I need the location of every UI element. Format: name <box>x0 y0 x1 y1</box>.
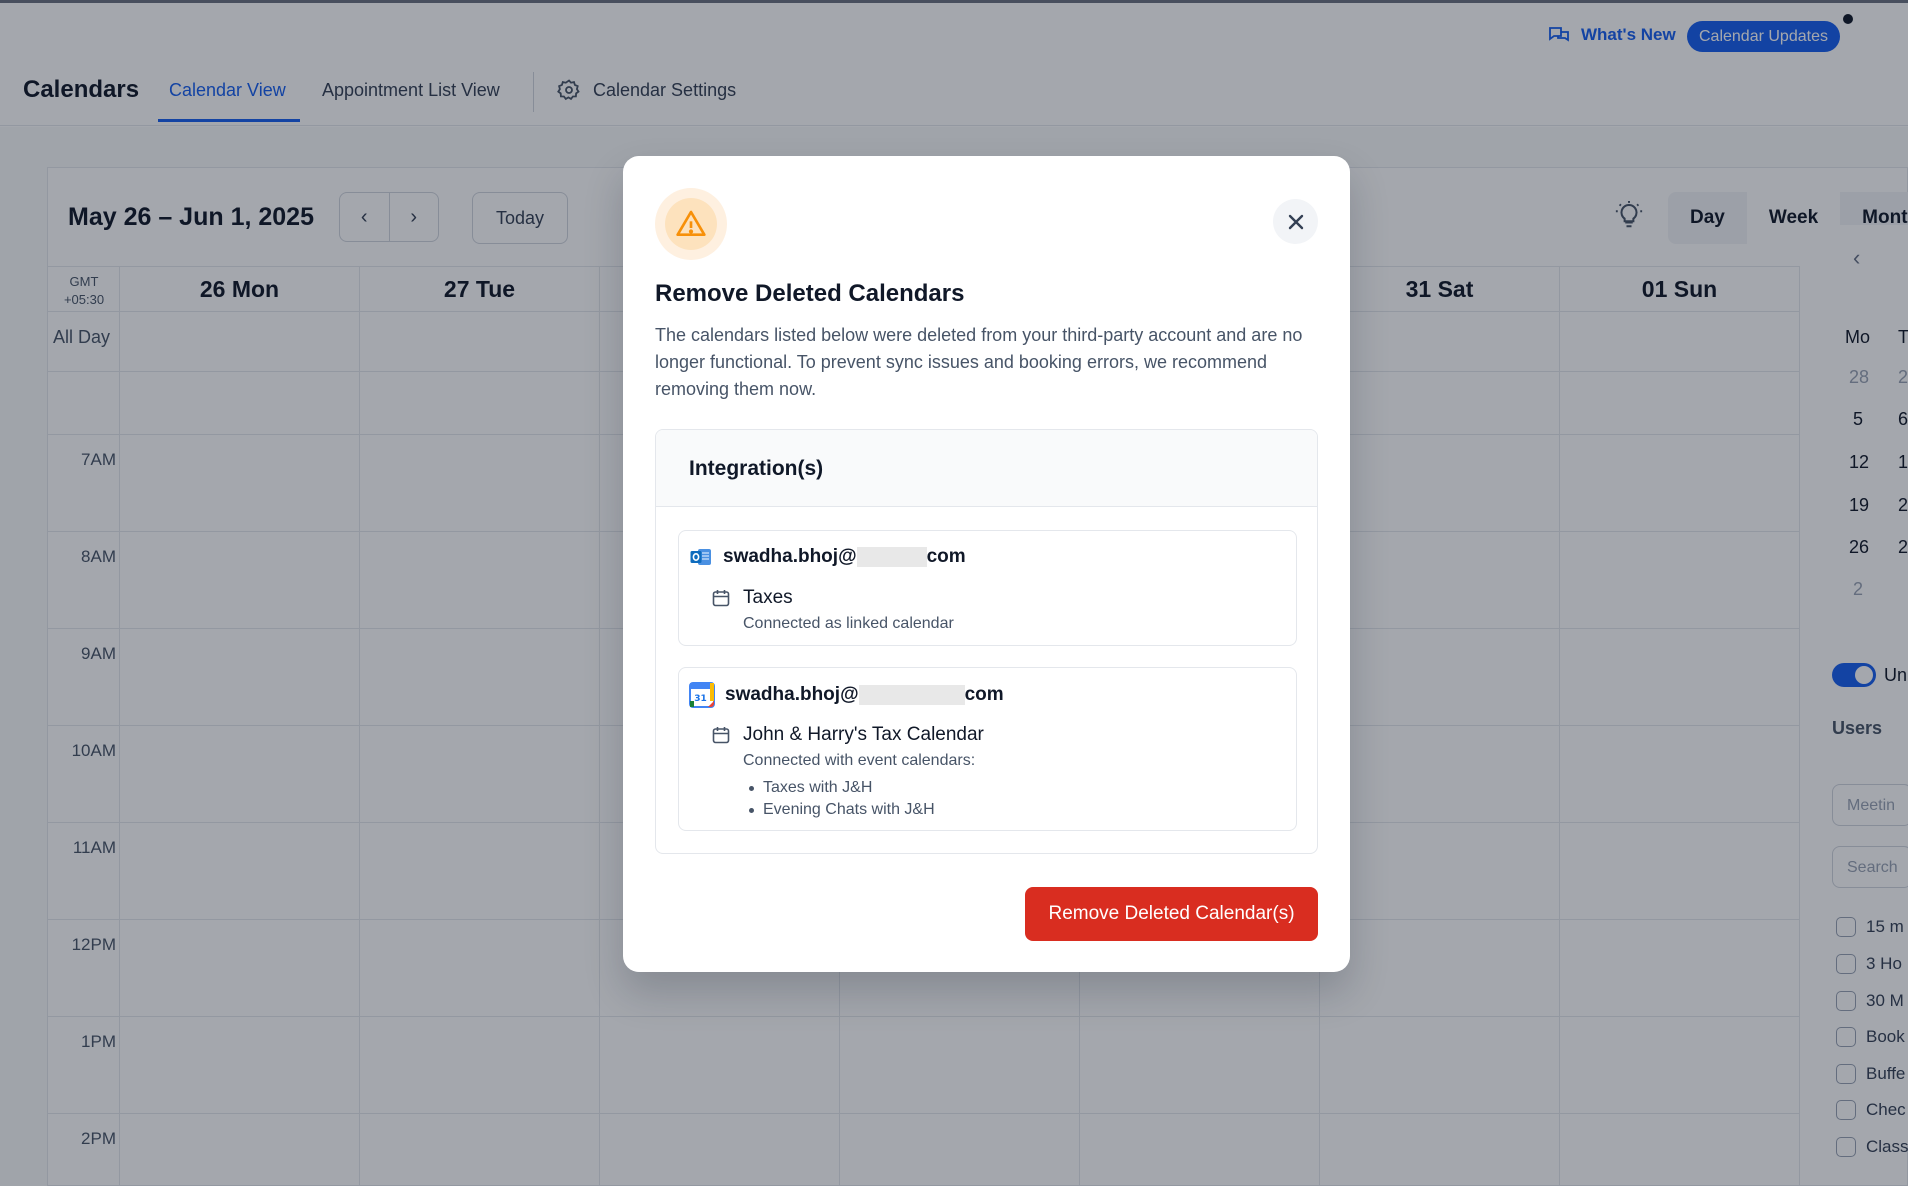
email-suffix: com <box>926 546 966 567</box>
linked-calendar: Taxes <box>711 587 793 609</box>
event-calendar-item: Evening Chats with J&H <box>743 799 935 821</box>
email-suffix: com <box>964 684 1004 705</box>
redacted-domain <box>856 546 927 567</box>
dialog-description: The calendars listed below were deleted … <box>655 325 1303 399</box>
remove-deleted-calendars-dialog: Remove Deleted Calendars The calendars l… <box>623 156 1350 972</box>
integrations-header: Integration(s) <box>656 430 1317 507</box>
account-email: 31 swadha.bhoj@ com <box>689 682 1004 708</box>
integrations-panel: Integration(s) swadha.bhoj@ com Taxes Co… <box>655 429 1318 854</box>
redacted-domain <box>858 684 965 705</box>
outlook-icon <box>690 549 711 565</box>
warning-badge <box>655 188 727 260</box>
event-calendar-list: Taxes with J&H Evening Chats with J&H <box>743 777 935 821</box>
close-icon <box>1288 214 1303 229</box>
email-prefix: swadha.bhoj@ <box>725 684 859 705</box>
svg-text:31: 31 <box>694 694 707 704</box>
calendar-icon <box>712 590 730 607</box>
event-calendar-item: Taxes with J&H <box>743 777 935 799</box>
connection-status: Connected as linked calendar <box>743 615 954 632</box>
remove-deleted-calendars-button[interactable]: Remove Deleted Calendar(s) <box>1025 887 1318 941</box>
calendar-name: John & Harry's Tax Calendar <box>743 724 984 745</box>
warning-triangle-icon <box>676 210 706 236</box>
calendar-name: Taxes <box>743 587 793 608</box>
connection-status: Connected with event calendars: <box>743 752 976 769</box>
linked-calendar: John & Harry's Tax Calendar <box>711 724 984 746</box>
google-calendar-icon: 31 <box>689 682 715 708</box>
calendar-icon <box>712 727 730 744</box>
account-email: swadha.bhoj@ com <box>689 545 966 569</box>
integration-account-card: swadha.bhoj@ com Taxes Connected as linke… <box>678 530 1297 646</box>
integration-account-card: 31 swadha.bhoj@ com John & Harry's Tax Ca… <box>678 667 1297 831</box>
dialog-title: Remove Deleted Calendars <box>655 280 965 307</box>
email-prefix: swadha.bhoj@ <box>723 546 857 567</box>
close-button[interactable] <box>1273 199 1318 244</box>
